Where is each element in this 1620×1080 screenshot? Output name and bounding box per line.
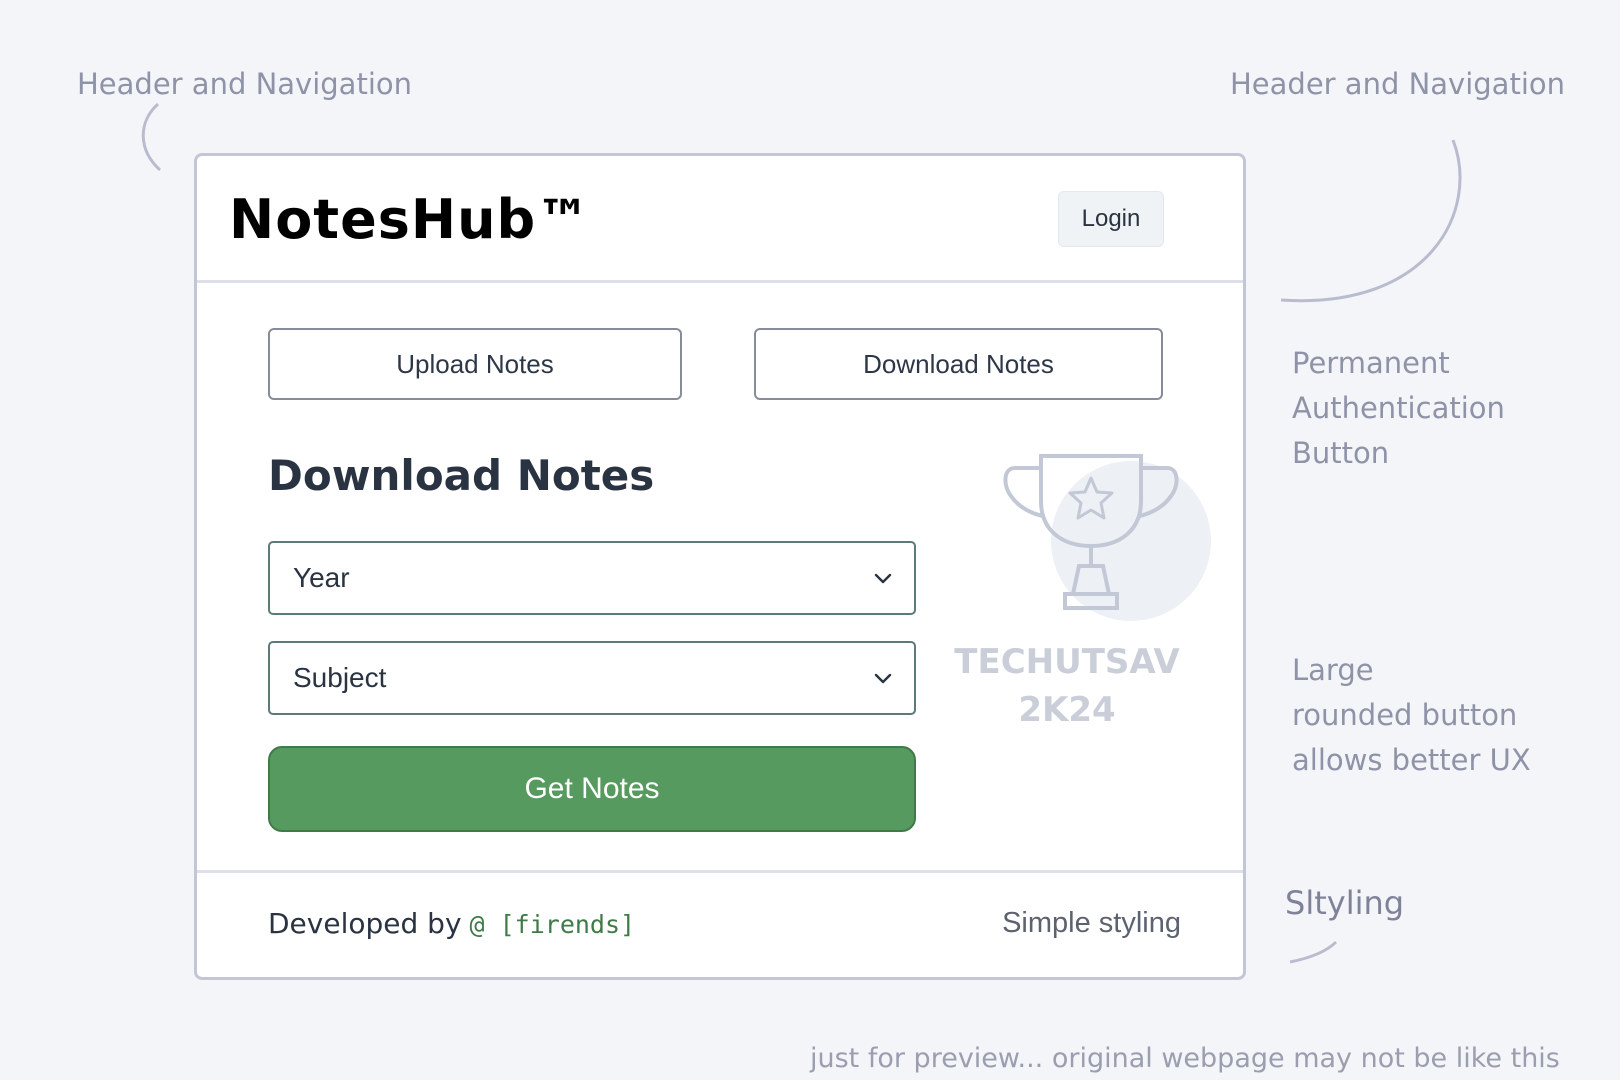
section-title: Download Notes (268, 451, 655, 500)
chevron-down-icon (874, 673, 892, 684)
brand-logo[interactable]: NotesHub™ (229, 188, 591, 251)
annotation-line: rounded button (1292, 698, 1518, 732)
footer-bar: Developed by @ [firends] Simple styling (197, 870, 1243, 977)
annotation-line: Permanent (1292, 346, 1450, 380)
connector-right (1280, 139, 1462, 303)
event-logo-line: 2K24 (1018, 690, 1116, 730)
trophy-icon (1003, 454, 1211, 621)
event-logo-text: TECHUTSAV 2K24 (952, 638, 1182, 734)
subject-select-value: Subject (293, 662, 387, 693)
chevron-down-icon (874, 573, 892, 584)
developer-handle-link[interactable]: @ [firends] (470, 910, 636, 939)
connector-styling (1289, 940, 1338, 964)
simple-styling-note: Simple styling (1002, 907, 1181, 939)
connector-left (141, 102, 162, 172)
header-bar: NotesHub™ Login (197, 156, 1243, 283)
year-select[interactable]: Year (268, 541, 916, 615)
event-logo-line: TECHUTSAV (954, 642, 1180, 682)
annotation-header-nav-right: Header and Navigation (1230, 67, 1566, 101)
annotation-header-nav-left: Header and Navigation (77, 67, 413, 101)
upload-notes-button[interactable]: Upload Notes (268, 328, 682, 400)
app-card: NotesHub™ Login Upload Notes Download No… (194, 153, 1246, 980)
annotation-styling: Sltyling (1285, 884, 1405, 922)
annotation-line: Authentication (1292, 391, 1505, 425)
annotation-line: Button (1292, 436, 1390, 470)
annotation-large-button: Large rounded button allows better UX (1292, 648, 1531, 783)
login-button[interactable]: Login (1058, 191, 1164, 247)
get-notes-button[interactable]: Get Notes (268, 746, 916, 832)
canvas: Header and Navigation Header and Navigat… (0, 0, 1620, 1080)
annotation-line: Large (1292, 653, 1374, 687)
preview-disclaimer: just for preview... original webpage may… (810, 1043, 1560, 1074)
developed-by-label: Developed by (268, 907, 462, 940)
subject-select[interactable]: Subject (268, 641, 916, 715)
developer-credit: Developed by @ [firends] (268, 907, 635, 940)
download-notes-button[interactable]: Download Notes (754, 328, 1163, 400)
annotation-permanent-auth: Permanent Authentication Button (1292, 341, 1505, 476)
year-select-value: Year (293, 562, 350, 593)
annotation-line: allows better UX (1292, 743, 1531, 777)
